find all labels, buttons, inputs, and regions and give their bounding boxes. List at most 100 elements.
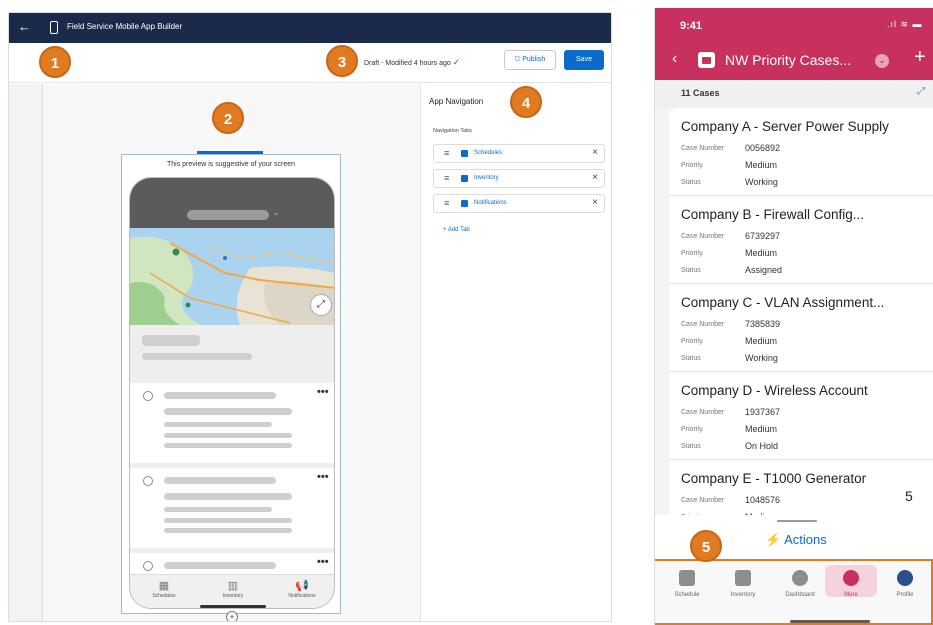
check-icon: ✓	[452, 57, 461, 67]
case-number: 7385839	[745, 319, 781, 329]
case-list-item[interactable]: Company D - Wireless Account Case Number…	[669, 372, 933, 460]
chevron-down-icon[interactable]: ⌄	[875, 54, 889, 68]
field-label: Case Number	[681, 233, 725, 240]
nav-tab-schedules[interactable]: ≡ Schedules ×	[433, 144, 605, 163]
tab-label: More	[844, 592, 858, 598]
dashboard-icon	[792, 570, 808, 586]
case-priority: Medium	[745, 160, 778, 170]
skeleton-line	[164, 493, 292, 500]
preview-tab-bar: ▦ Schedules ▥ Inventory 📢 Notifications	[130, 574, 334, 608]
arrow-left-icon[interactable]: ←	[18, 19, 31, 34]
chevron-down-icon: ⌄	[272, 207, 280, 217]
tab-dashboard[interactable]: Dashboard	[772, 570, 828, 598]
skeleton-line	[142, 353, 252, 360]
close-icon[interactable]: ×	[592, 197, 598, 208]
skeleton-line	[164, 443, 292, 448]
skeleton-line	[164, 433, 292, 438]
field-label: Case Number	[681, 321, 725, 328]
preview-frame[interactable]: This preview is suggestive of your scree…	[121, 154, 341, 614]
record-header-placeholder	[130, 325, 334, 378]
skeleton-line	[164, 507, 272, 512]
avatar-icon	[897, 570, 913, 586]
add-icon[interactable]: +	[914, 46, 926, 69]
publish-button[interactable]: ⎋ Publish	[504, 50, 556, 70]
app-navigation-panel: App Navigation Navigation Tabs ≡ Schedul…	[420, 84, 611, 621]
skeleton-line	[164, 528, 292, 533]
inventory-icon: ▥	[227, 580, 239, 592]
case-list-item[interactable]: Company B - Firewall Config... Case Numb…	[669, 196, 933, 284]
expand-icon[interactable]: ⤢	[917, 86, 925, 97]
more-options-icon[interactable]: •••	[317, 556, 329, 568]
sheet-handle[interactable]	[777, 520, 817, 522]
preview-header: ⌄	[130, 178, 334, 228]
close-icon[interactable]: ×	[592, 147, 598, 158]
nav-tab-notifications[interactable]: ≡ Notifications ×	[433, 194, 605, 213]
case-list-item[interactable]: Company A - Server Power Supply Case Num…	[669, 108, 933, 196]
field-label: Status	[681, 179, 701, 186]
tab-schedule[interactable]: Schedule	[659, 570, 715, 598]
drag-handle-icon[interactable]: ≡	[444, 199, 449, 208]
list-item[interactable]: •••	[130, 463, 334, 550]
field-label: Status	[681, 355, 701, 362]
case-list: Company A - Server Power Supply Case Num…	[669, 108, 933, 528]
tab-more[interactable]: More	[823, 570, 879, 598]
case-number: 1048576	[745, 495, 781, 505]
more-options-icon[interactable]: •••	[317, 471, 329, 483]
case-status: On Hold	[745, 441, 779, 451]
actions-button[interactable]: ⚡ Actions	[765, 532, 827, 548]
more-options-icon[interactable]: •••	[317, 386, 329, 398]
preview-tab-inventory[interactable]: ▥ Inventory	[203, 579, 263, 599]
case-number: 0056892	[745, 143, 781, 153]
preview-canvas: This preview is suggestive of your scree…	[9, 84, 420, 621]
app-title: Field Service Mobile App Builder	[67, 22, 183, 31]
expand-map-icon[interactable]: ⤢	[310, 294, 332, 316]
case-list-item[interactable]: Company C - VLAN Assignment... Case Numb…	[669, 284, 933, 372]
home-indicator	[200, 605, 266, 608]
skeleton-line	[164, 408, 292, 415]
builder-toolbar: Draft - Modified 4 hours ago ✓ ⎋ Publish …	[9, 43, 611, 83]
builder-top-bar: ← Field Service Mobile App Builder	[9, 13, 611, 43]
save-button[interactable]: Save	[564, 50, 604, 70]
case-priority: Medium	[745, 248, 778, 258]
phone-preview: ⌄ ⤢ ••• ••• ••• ▦ Schedules ▥ Inventory …	[129, 177, 335, 609]
tab-inventory[interactable]: Inventory	[715, 570, 771, 598]
preview-tab-notifications[interactable]: 📢 Notifications	[272, 579, 332, 599]
add-component-button[interactable]: +	[226, 611, 238, 621]
drag-handle-icon[interactable]: ≡	[444, 174, 449, 183]
case-status: Working	[745, 353, 778, 363]
callout-badge-3: 3	[326, 45, 358, 77]
nav-tab-inventory[interactable]: ≡ Inventory ×	[433, 169, 605, 188]
close-icon[interactable]: ×	[592, 172, 598, 183]
field-label: Priority	[681, 162, 703, 169]
case-priority: Medium	[745, 424, 778, 434]
case-title: Company C - VLAN Assignment...	[681, 295, 885, 310]
list-header: ‹ NW Priority Cases... ⌄ +	[655, 42, 933, 80]
save-status: Draft - Modified 4 hours ago ✓	[364, 57, 460, 68]
add-tab-button[interactable]: + Add Tab	[443, 227, 470, 233]
preview-tab-schedules[interactable]: ▦ Schedules	[134, 579, 194, 599]
tab-label: Profile	[896, 592, 914, 598]
nav-tab-label: Notifications	[474, 200, 507, 206]
skeleton-line	[164, 518, 292, 523]
field-label: Priority	[681, 250, 703, 257]
clock-icon	[143, 561, 153, 571]
field-label: Priority	[681, 338, 703, 345]
drag-handle-icon[interactable]: ≡	[444, 149, 449, 158]
field-label: Case Number	[681, 145, 725, 152]
list-title: NW Priority Cases...	[725, 52, 852, 68]
preview-tab-label: Notifications	[288, 593, 316, 599]
map-image	[130, 228, 334, 325]
status-bar: 9:41 .ıl ≋ ▬	[655, 8, 933, 42]
chevron-left-icon[interactable]: ‹	[672, 50, 677, 68]
inventory-icon	[735, 570, 751, 586]
publish-label: Publish	[522, 56, 546, 63]
tab-profile[interactable]: Profile	[877, 570, 933, 598]
title-placeholder	[187, 210, 269, 220]
case-count: 11 Cases	[681, 88, 720, 98]
list-item[interactable]: •••	[130, 378, 334, 465]
clock-icon	[143, 391, 153, 401]
case-status: Assigned	[745, 265, 783, 275]
clock-icon	[143, 476, 153, 486]
home-indicator	[790, 620, 870, 623]
mobile-tab-bar: Schedule Inventory Dashboard More Profil…	[655, 559, 933, 625]
